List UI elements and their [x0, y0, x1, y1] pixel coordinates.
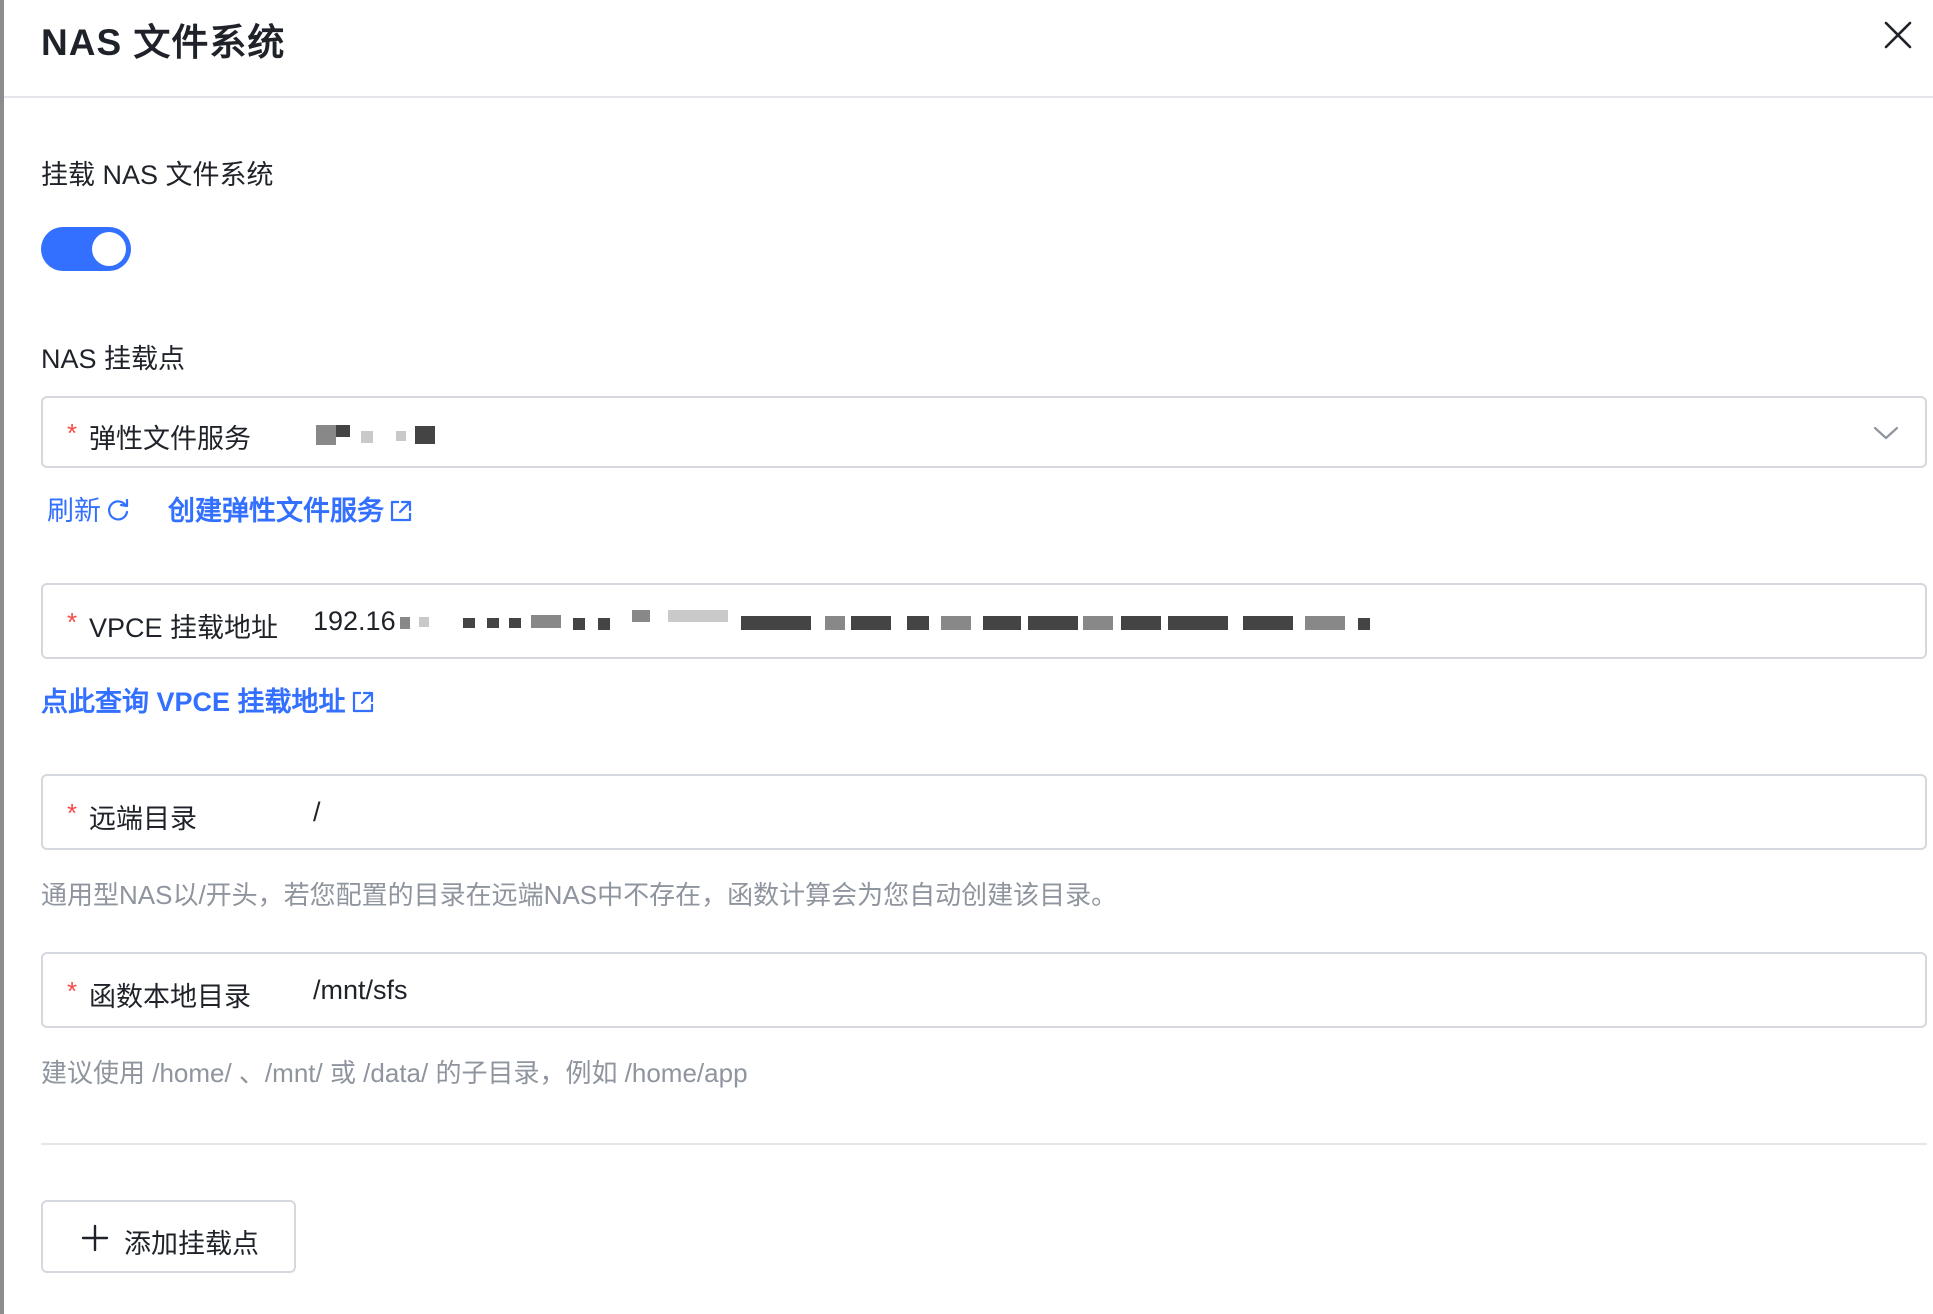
efs-label: 弹性文件服务 [89, 424, 251, 454]
local-dir-field[interactable]: * 函数本地目录 /mnt/sfs [41, 952, 1927, 1028]
local-dir-hint: 建议使用 /home/ 、/mnt/ 或 /data/ 的子目录，例如 /hom… [41, 1058, 748, 1088]
external-link-icon [390, 500, 412, 522]
remote-dir-hint: 通用型NAS以/开头，若您配置的目录在远端NAS中不存在，函数计算会为您自动创建… [41, 880, 1118, 910]
toggle-knob [92, 232, 126, 266]
section-divider [41, 1143, 1927, 1145]
refresh-link[interactable]: 刷新 [47, 489, 131, 528]
page-title: NAS 文件系统 [41, 22, 286, 63]
query-vpce-link-label: 点此查询 VPCE 挂载地址 [41, 687, 346, 717]
remote-dir-value: / [313, 797, 321, 827]
chevron-down-icon[interactable] [1873, 424, 1899, 442]
efs-select[interactable]: * 弹性文件服务 [41, 396, 1927, 468]
add-mount-point-button[interactable]: 添加挂载点 [41, 1200, 296, 1273]
vpce-value: 192.16 [313, 606, 396, 636]
remote-dir-field[interactable]: * 远端目录 / [41, 774, 1927, 850]
create-efs-link-label: 创建弹性文件服务 [168, 496, 384, 526]
panel-left-edge [0, 0, 4, 1314]
vpce-label: VPCE 挂载地址 [89, 613, 279, 643]
local-dir-label: 函数本地目录 [89, 982, 251, 1012]
refresh-icon [108, 498, 129, 521]
required-mark: * [67, 607, 78, 637]
vpce-address-field[interactable]: * VPCE 挂载地址 192.16 [41, 583, 1927, 659]
required-mark: * [67, 418, 78, 448]
add-mount-point-label: 添加挂载点 [124, 1229, 259, 1259]
refresh-link-label: 刷新 [47, 496, 101, 526]
close-icon[interactable] [1881, 18, 1915, 52]
external-link-icon [352, 691, 373, 713]
mount-nas-toggle[interactable] [41, 227, 131, 271]
query-vpce-link[interactable]: 点此查询 VPCE 挂载地址 [41, 680, 376, 719]
local-dir-value: /mnt/sfs [313, 975, 408, 1005]
required-mark: * [67, 798, 78, 828]
nas-mount-point-label: NAS 挂载点 [41, 344, 186, 374]
drawer-header: NAS 文件系统 [4, 0, 1933, 98]
create-efs-link[interactable]: 创建弹性文件服务 [168, 489, 414, 528]
mount-nas-label: 挂载 NAS 文件系统 [41, 160, 274, 190]
plus-icon [81, 1224, 109, 1252]
remote-dir-label: 远端目录 [89, 804, 197, 834]
required-mark: * [67, 976, 78, 1006]
